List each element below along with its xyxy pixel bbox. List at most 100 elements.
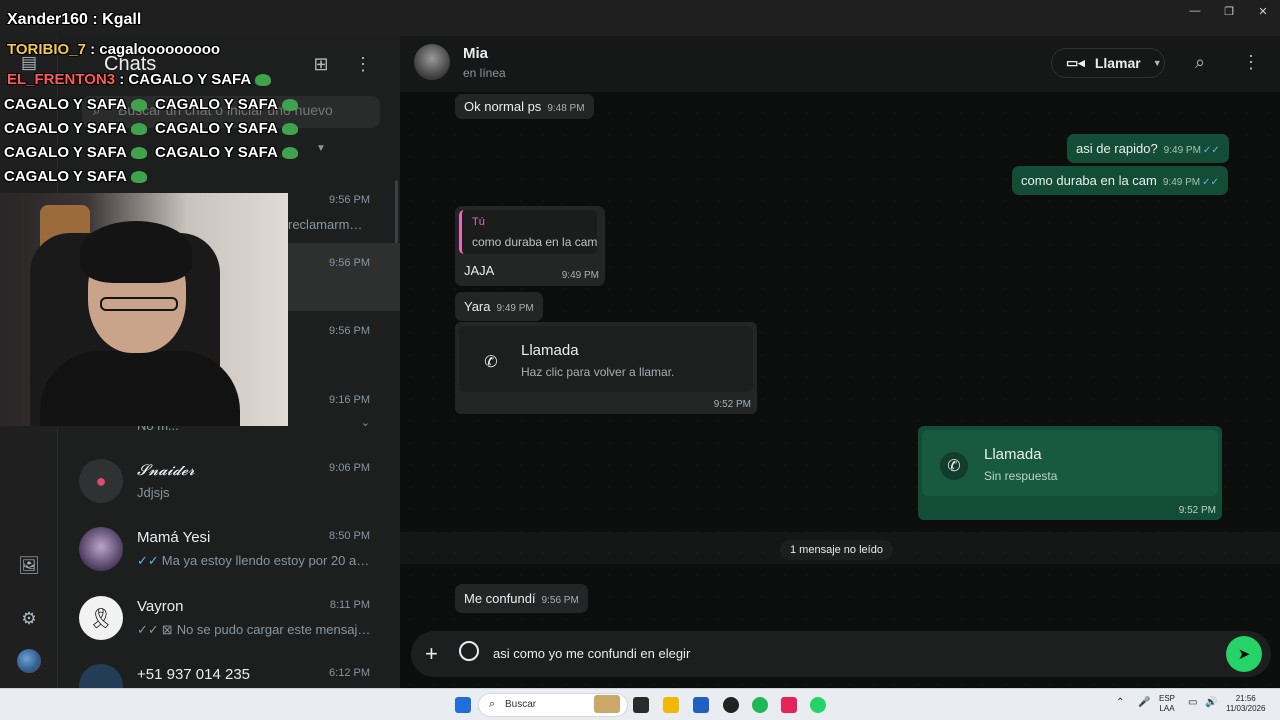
message-composer[interactable]: + asi como yo me confundi en elegir: [411, 631, 1271, 677]
chat-preview: ✓✓ Ma ya estoy llendo estoy por 20 aho…: [137, 553, 372, 568]
missed-call-phone-icon: ✆: [940, 452, 968, 480]
chat-time: 9:56 PM: [329, 194, 370, 206]
message-text: JAJA: [464, 263, 495, 278]
filter-chevron-down-icon[interactable]: ▼: [316, 143, 326, 154]
incoming-reply-message[interactable]: Tú como duraba en la cam JAJA 9:49 PM: [455, 206, 605, 286]
person-glasses: [100, 297, 178, 311]
message-input[interactable]: asi como yo me confundi en elegir: [493, 646, 690, 661]
quote-text: como duraba en la cam: [472, 235, 598, 249]
stream-chat-line: CAGALO Y SAFA: [155, 120, 298, 137]
pepe-emote-icon: [130, 123, 147, 136]
incoming-message[interactable]: Ok normal ps 9:48 PM: [455, 94, 594, 119]
spotify-icon[interactable]: [752, 697, 768, 713]
call-card-body: ✆ Llamada Sin respuesta: [922, 430, 1218, 496]
microphone-icon[interactable]: 🎤: [1138, 698, 1150, 708]
webcam-overlay: [0, 193, 288, 426]
stream-chat-line: TORIBIO_7 : cagalooooooooo: [7, 41, 221, 58]
whatsapp-icon[interactable]: [810, 697, 826, 713]
message-time: 9:49 PM: [1162, 177, 1201, 188]
pepe-emote-icon: [281, 99, 298, 112]
stream-chat-line: CAGALO Y SAFA: [4, 144, 147, 161]
outgoing-message[interactable]: asi de rapido? 9:49 PM ✓✓: [1067, 134, 1229, 163]
tiktok-icon[interactable]: [781, 697, 797, 713]
chevron-down-icon: ▼: [1152, 58, 1162, 68]
call-card-body: ✆ Llamada Haz clic para volver a llamar.: [459, 326, 753, 392]
obs-icon[interactable]: [723, 697, 739, 713]
more-options-icon[interactable]: ⋮: [1242, 52, 1260, 73]
search-icon[interactable]: ⌕: [1195, 52, 1205, 73]
read-ticks-icon: ✓✓: [1202, 145, 1220, 156]
quoted-message[interactable]: Tú como duraba en la cam: [459, 210, 597, 254]
pepe-emote-icon: [281, 123, 298, 136]
incoming-message[interactable]: Me confundí 9:56 PM: [455, 584, 588, 613]
media-gallery-icon[interactable]: 🖼: [14, 551, 44, 581]
pepe-emote-icon: [255, 74, 272, 87]
chat-name: +51 937 014 235: [137, 666, 251, 683]
quote-author: Tú: [472, 216, 485, 228]
minimize-button[interactable]: —: [1178, 0, 1212, 22]
message-text: como duraba en la cam: [1021, 173, 1157, 188]
chat-time: 8:50 PM: [329, 530, 370, 542]
call-title: Llamada: [521, 342, 579, 359]
message-text: Ok normal ps: [464, 99, 542, 114]
person-body: [40, 351, 240, 426]
chat-menu-chevron-icon[interactable]: ⌄: [361, 416, 370, 429]
stream-chat-line: EL_FRENTON3 : CAGALO Y SAFA: [7, 71, 272, 88]
tray-chevron-up-icon[interactable]: ⌃: [1116, 698, 1124, 708]
chat-name: 𝓢𝓷𝓪𝓲𝓭𝓮𝓻: [137, 461, 195, 479]
conversation-header: Mia en línea ▭◂ Llamar ▼ ⌕ ⋮: [400, 36, 1280, 92]
attach-plus-icon[interactable]: +: [425, 641, 438, 667]
chat-list-item[interactable]: 🎗 Vayron 8:11 PM ✓✓ ⊠ No se pudo cargar es…: [58, 585, 400, 653]
chat-preview: ✓✓ ⊠ No se pudo cargar este mensaje…: [137, 622, 372, 637]
read-ticks-icon: ✓✓: [1202, 177, 1219, 188]
message-time: 9:49 PM: [1163, 145, 1201, 156]
task-view-icon[interactable]: [633, 697, 649, 713]
maximize-button[interactable]: ❐: [1212, 0, 1246, 22]
chat-name: Mamá Yesi: [137, 529, 211, 546]
stream-chat-line: CAGALO Y SAFA: [155, 96, 298, 113]
incoming-message[interactable]: Yara 9:49 PM: [455, 292, 543, 321]
microsoft-store-icon[interactable]: [693, 697, 709, 713]
message-time: 9:49 PM: [496, 303, 534, 314]
volume-icon[interactable]: 🔊: [1205, 698, 1217, 708]
delivered-ticks-icon: ✓✓: [137, 622, 159, 637]
profile-avatar[interactable]: [17, 649, 41, 673]
message-time: 9:56 PM: [541, 595, 579, 606]
stream-chat-line: CAGALO Y SAFA: [155, 144, 298, 161]
close-button[interactable]: ✕: [1246, 0, 1280, 22]
message-time: 9:49 PM: [561, 270, 599, 281]
ribbon-avatar-icon: 🎗: [79, 596, 123, 640]
chat-list-item[interactable]: Mamá Yesi 8:50 PM ✓✓ Ma ya estoy llendo e…: [58, 516, 400, 584]
missed-call-phone-icon: ✆: [484, 354, 498, 371]
settings-gear-icon[interactable]: ⚙: [14, 604, 44, 634]
outgoing-message[interactable]: como duraba en la cam 9:49 PM ✓✓: [1012, 166, 1228, 195]
pepe-emote-icon: [281, 147, 298, 160]
person-hair: [80, 221, 192, 283]
read-ticks-icon: ✓✓: [137, 553, 159, 568]
chat-list-item[interactable]: ● 𝓢𝓷𝓪𝓲𝓭𝓮𝓻 9:06 PM Jdjsjs: [58, 448, 400, 516]
chat-time: 8:11 PM: [329, 599, 370, 611]
stream-chat-line: Xander160 : Kgall: [7, 11, 142, 28]
call-card[interactable]: ✆ Llamada Haz clic para volver a llamar.…: [455, 322, 757, 414]
call-card[interactable]: ✆ Llamada Sin respuesta 9:52 PM: [918, 426, 1222, 520]
clock[interactable]: 21:56 11/03/2026: [1226, 694, 1265, 714]
stream-chat-line: CAGALO Y SAFA: [4, 120, 147, 137]
language-indicator[interactable]: ESP LAA: [1159, 694, 1175, 714]
new-chat-icon[interactable]: ⊞: [309, 52, 333, 76]
more-options-icon[interactable]: ⋮: [351, 52, 375, 76]
chat-preview: reclamarme…: [288, 217, 368, 232]
call-button[interactable]: ▭◂ Llamar ▼: [1051, 48, 1165, 78]
sticker-emoji-icon[interactable]: [459, 641, 479, 661]
windows-taskbar: ⌕ Buscar ⌃ 🎤 ESP LAA ▭ 🔊 21:56 11/03/2026: [0, 688, 1280, 720]
file-explorer-icon[interactable]: [663, 697, 679, 713]
network-icon[interactable]: ▭: [1188, 698, 1197, 708]
contact-avatar[interactable]: [414, 44, 450, 80]
chat-time: 9:56 PM: [329, 325, 370, 337]
message-time: 9:52 PM: [1178, 505, 1216, 516]
windows-start-icon[interactable]: [455, 697, 471, 713]
pepe-emote-icon: [130, 99, 147, 112]
send-button[interactable]: ➤: [1226, 636, 1262, 672]
search-highlight-icon: [594, 695, 620, 713]
contact-name[interactable]: Mia: [463, 45, 488, 62]
unavailable-message-icon: ⊠: [161, 622, 173, 637]
